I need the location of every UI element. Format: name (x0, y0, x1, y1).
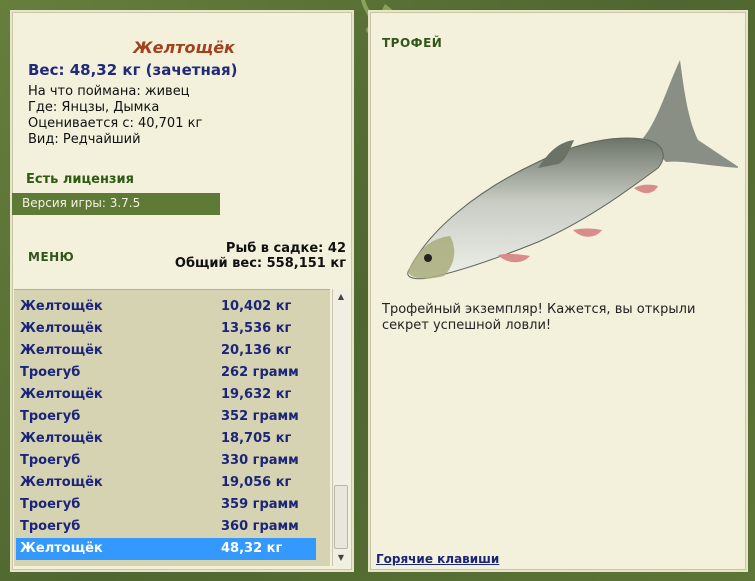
trophy-message: Трофейный экземпляр! Кажется, вы открыли… (382, 302, 696, 333)
list-item[interactable]: Троегуб 352 грамм (16, 406, 316, 428)
list-item[interactable]: Троегуб 360 грамм (16, 516, 316, 538)
list-item-weight: 359 грамм (221, 497, 299, 512)
list-item-fish-name: Троегуб (20, 519, 81, 534)
bait-info: На что поймана: живец (28, 84, 190, 99)
fish-name: Желтощёк (133, 38, 235, 57)
version-label: Версия игры: 3.7.5 (12, 193, 220, 215)
keepnet-count: Рыб в садке: 42 (225, 241, 346, 256)
list-item-weight: 19,056 кг (221, 475, 292, 490)
valued-info: Оценивается с: 40,701 кг (28, 116, 203, 131)
scroll-up-icon[interactable]: ▲ (333, 289, 349, 305)
list-item-fish-name: Желтощёк (20, 343, 103, 358)
list-item-weight: 19,632 кг (221, 387, 292, 402)
list-item[interactable]: Желтощёк 13,536 кг (16, 318, 316, 340)
list-scrollbar[interactable]: ▲ ▼ (332, 289, 349, 566)
list-item-fish-name: Желтощёк (20, 387, 103, 402)
fish-image (407, 60, 738, 280)
list-item[interactable]: Желтощёк 18,705 кг (16, 428, 316, 450)
list-item-fish-name: Желтощёк (20, 475, 103, 490)
license-status: Есть лицензия (26, 172, 134, 187)
list-item-weight: 13,536 кг (221, 321, 292, 336)
keepnet-total-weight: Общий вес: 558,151 кг (174, 256, 346, 271)
list-item-weight: 360 грамм (221, 519, 299, 534)
rarity-info: Вид: Редчайший (28, 132, 141, 147)
list-item[interactable]: Желтощёк 19,632 кг (16, 384, 316, 406)
list-item-fish-name: Желтощёк (20, 321, 103, 336)
list-item[interactable]: Троегуб 262 грамм (16, 362, 316, 384)
list-item-weight: 330 грамм (221, 453, 299, 468)
scroll-down-icon[interactable]: ▼ (333, 550, 349, 566)
menu-button[interactable]: МЕНЮ (28, 250, 74, 264)
list-item[interactable]: Желтощёк 10,402 кг (16, 296, 316, 318)
list-item-fish-name: Троегуб (20, 453, 81, 468)
list-item[interactable]: Желтощёк 19,056 кг (16, 472, 316, 494)
list-item-weight: 10,402 кг (221, 299, 292, 314)
list-item-weight: 20,136 кг (221, 343, 292, 358)
hotkeys-link[interactable]: Горячие клавиши (376, 552, 499, 566)
catch-list[interactable]: Желтощёк 10,402 кг Желтощёк 13,536 кг Желтощ… (14, 289, 330, 566)
list-item-weight: 48,32 кг (221, 541, 283, 556)
trophy-title: ТРОФЕЙ (382, 36, 443, 50)
list-item-fish-name: Желтощёк (20, 431, 103, 446)
list-item[interactable]: Троегуб 359 грамм (16, 494, 316, 516)
list-item-fish-name: Желтощёк (20, 299, 103, 314)
list-item[interactable]: Желтощёк 20,136 кг (16, 340, 316, 362)
list-item-fish-name: Желтощёк (20, 541, 103, 556)
list-item[interactable]: Троегуб 330 грамм (16, 450, 316, 472)
trophy-panel: ТРОФЕЙ Трофейный экземпляр! Кажется, вы … (368, 10, 748, 572)
list-item[interactable]: Желтощёк 48,32 кг (16, 538, 316, 560)
list-item-fish-name: Троегуб (20, 365, 81, 380)
list-item-fish-name: Троегуб (20, 497, 81, 512)
scroll-thumb[interactable] (334, 485, 348, 549)
catch-info-panel: Желтощёк Вес: 48,32 кг (зачетная) На что… (10, 10, 354, 572)
fish-weight: Вес: 48,32 кг (зачетная) (28, 61, 238, 79)
list-item-weight: 262 грамм (221, 365, 299, 380)
location-info: Где: Янцзы, Дымка (28, 100, 160, 115)
list-item-fish-name: Троегуб (20, 409, 81, 424)
list-item-weight: 352 грамм (221, 409, 299, 424)
list-item-weight: 18,705 кг (221, 431, 292, 446)
keepnet-stats: Рыб в садке: 42 Общий вес: 558,151 кг (175, 241, 346, 271)
